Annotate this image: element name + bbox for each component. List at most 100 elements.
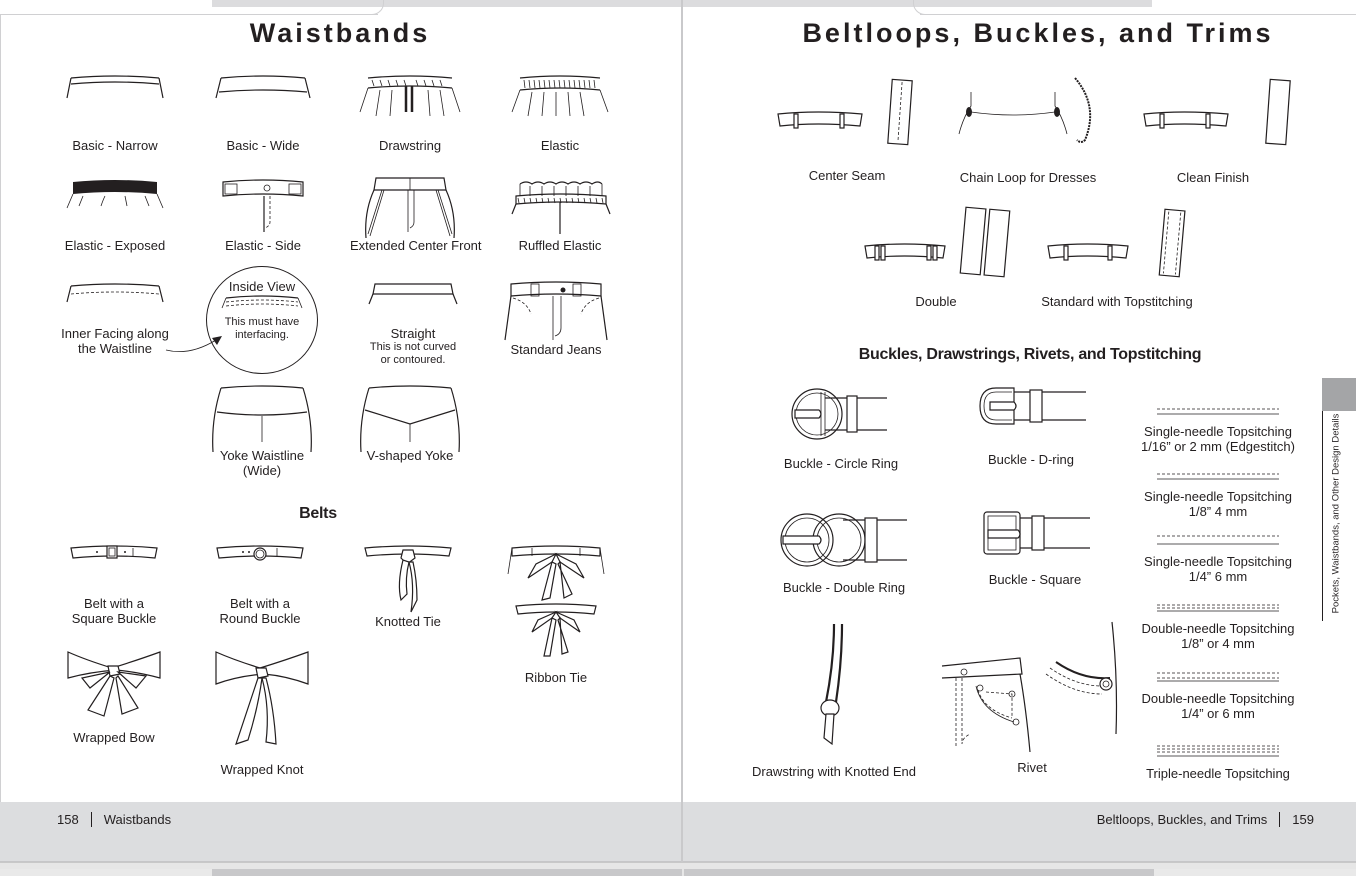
- waistband-note-line2: or contoured.: [380, 354, 446, 366]
- belt-knotted-tie: Knotted Tie: [348, 544, 468, 629]
- extended-center-front-illustration: [365, 177, 455, 239]
- beltloop-double: Double: [856, 206, 1016, 309]
- topstitch-single-1-16: Single-needle Topsitching 1/16” or 2 mm …: [1128, 406, 1308, 454]
- topstitch-label-line2: 1/4” 6 mm: [1188, 569, 1248, 584]
- belt-round-buckle: Belt with a Round Buckle: [200, 544, 320, 626]
- scroll-segment: [0, 869, 212, 876]
- scroll-segment: [1154, 869, 1356, 876]
- waistband-v-shaped-yoke: V-shaped Yoke: [348, 384, 472, 463]
- buckle-label: Buckle - Double Ring: [782, 580, 906, 595]
- page-corner-right: [913, 0, 931, 15]
- waistband-yoke-waistline: Yoke Waistline (Wide): [200, 384, 324, 478]
- chapter-side-tab[interactable]: [1322, 378, 1356, 411]
- belt-label-line2: Square Buckle: [71, 611, 157, 626]
- inside-view-illustration: [221, 295, 303, 309]
- book-spine-divider: [681, 0, 683, 862]
- standard-jeans-illustration: [504, 281, 608, 341]
- bottom-scroll-strip[interactable]: [0, 862, 1356, 876]
- belt-ribbon-tie: Ribbon Tie: [496, 544, 616, 685]
- waistband-label: Basic - Narrow: [72, 138, 158, 153]
- waistband-label: Elastic - Exposed: [64, 238, 166, 253]
- single-needle-stitch-icon: [1157, 473, 1279, 480]
- footer-right-content: Beltloops, Buckles, and Trims 159: [1097, 812, 1314, 827]
- double-needle-stitch-icon: [1157, 604, 1279, 612]
- topstitch-triple: Triple-needle Topsitching: [1128, 745, 1308, 781]
- beltloop-label: Chain Loop for Dresses: [959, 170, 1097, 185]
- belt-label-line1: Belt with a: [84, 596, 144, 611]
- waistband-extended-center-front: Extended Center Front: [350, 176, 482, 253]
- yoke-waistline-illustration: [212, 385, 312, 453]
- topstitch-double-1-4: Double-needle Topsitching 1/4” or 6 mm: [1128, 672, 1308, 721]
- page-footer-right: Beltloops, Buckles, and Trims 159: [683, 802, 1356, 862]
- topstitch-label-line2: 1/8” or 4 mm: [1181, 636, 1255, 651]
- d-ring-buckle-illustration: [979, 387, 1086, 425]
- double-illustration: [864, 206, 1011, 278]
- section-title-belts: Belts: [299, 505, 337, 522]
- topstitch-label-line1: Single-needle Topsitching: [1144, 424, 1292, 439]
- waistband-label: Extended Center Front: [350, 238, 482, 253]
- standard-topstitching-illustration: [1047, 208, 1186, 278]
- beltloop-center-seam: Center Seam: [762, 78, 932, 183]
- rivet-label: Rivet: [1017, 760, 1047, 775]
- wrapped-knot-illustration: [215, 651, 309, 745]
- square-buckle-illustration: [983, 511, 1090, 555]
- callout-line1: This must have: [224, 316, 300, 328]
- belt-label: Wrapped Knot: [220, 762, 304, 777]
- wrapped-bow-illustration: [67, 651, 161, 717]
- top-page-edge-left: [0, 14, 378, 15]
- waistband-elastic-exposed: Elastic - Exposed: [55, 178, 175, 253]
- belt-label: Wrapped Bow: [73, 730, 155, 745]
- buckle-label: Buckle - Square: [988, 572, 1082, 587]
- belt-label: Ribbon Tie: [524, 670, 588, 685]
- waistband-elastic: Elastic: [500, 72, 620, 153]
- basic-narrow-illustration: [66, 75, 164, 99]
- callout-title: Inside View: [228, 279, 296, 294]
- rivet-item: Rivet: [940, 618, 1124, 775]
- belt-round-buckle-illustration: [216, 545, 304, 561]
- waistband-label-line2: (Wide): [242, 463, 282, 478]
- belt-label-line2: Round Buckle: [219, 611, 301, 626]
- beltloop-clean-finish: Clean Finish: [1128, 78, 1298, 185]
- beltloop-label: Clean Finish: [1176, 170, 1250, 185]
- chapter-side-label: Pockets, Waistbands, and Other Design De…: [1330, 413, 1342, 614]
- topstitch-label-line1: Single-needle Topsitching: [1144, 554, 1292, 569]
- waistband-label: Ruffled Elastic: [518, 238, 602, 253]
- waistband-label: Standard Jeans: [510, 342, 602, 357]
- waistband-basic-wide: Basic - Wide: [203, 72, 323, 153]
- footer-separator: [90, 812, 92, 827]
- section-title-hardware: Buckles, Drawstrings, Rivets, and Topsti…: [858, 346, 1202, 363]
- triple-needle-stitch-icon: [1157, 745, 1279, 757]
- page-title-beltloops: Beltloops, Buckles, and Trims: [802, 18, 1274, 48]
- footer-section-name: Beltloops, Buckles, and Trims: [1096, 812, 1268, 827]
- beltloop-label: Double: [915, 294, 957, 309]
- topstitch-label-line2: 1/4” or 6 mm: [1181, 706, 1255, 721]
- circle-ring-buckle-illustration: [791, 388, 887, 440]
- waistband-basic-narrow: Basic - Narrow: [55, 72, 175, 153]
- buckle-d-ring: Buckle - D-ring: [966, 384, 1096, 467]
- topstitch-single-1-4: Single-needle Topsitching 1/4” 6 mm: [1128, 535, 1308, 584]
- buckle-circle-ring: Buckle - Circle Ring: [776, 384, 906, 471]
- inside-view-callout: Inside View This must have interfacing.: [206, 266, 318, 374]
- belt-label-line1: Belt with a: [230, 596, 290, 611]
- belt-label: Knotted Tie: [375, 614, 441, 629]
- page-title-waistbands: Waistbands: [249, 18, 431, 48]
- footer-left-content: 158 Waistbands: [57, 812, 171, 827]
- waistband-label-line1: Yoke Waistline: [219, 448, 305, 463]
- belt-wrapped-knot: Wrapped Knot: [200, 648, 324, 777]
- topstitch-label-line1: Single-needle Topsitching: [1144, 489, 1292, 504]
- top-scroll-strip-left: [212, 0, 682, 7]
- waistband-label: Elastic: [540, 138, 580, 153]
- topstitch-single-1-8: Single-needle Topsitching 1/8” 4 mm: [1128, 471, 1308, 519]
- v-shaped-yoke-illustration: [360, 385, 460, 453]
- belt-square-buckle: Belt with a Square Buckle: [54, 544, 174, 626]
- waistband-elastic-side: Elastic - Side: [203, 178, 323, 253]
- side-tab-rule: [1322, 411, 1323, 621]
- elastic-side-illustration: [222, 179, 304, 232]
- scroll-segment: [212, 869, 682, 876]
- topstitch-label-line2: 1/8” 4 mm: [1188, 504, 1248, 519]
- page-number: 158: [57, 812, 79, 827]
- belt-wrapped-bow: Wrapped Bow: [52, 648, 176, 745]
- page-left-border: [0, 14, 1, 862]
- beltloop-standard-topstitching: Standard with Topstitching: [1036, 206, 1198, 309]
- single-needle-stitch-icon: [1157, 408, 1279, 415]
